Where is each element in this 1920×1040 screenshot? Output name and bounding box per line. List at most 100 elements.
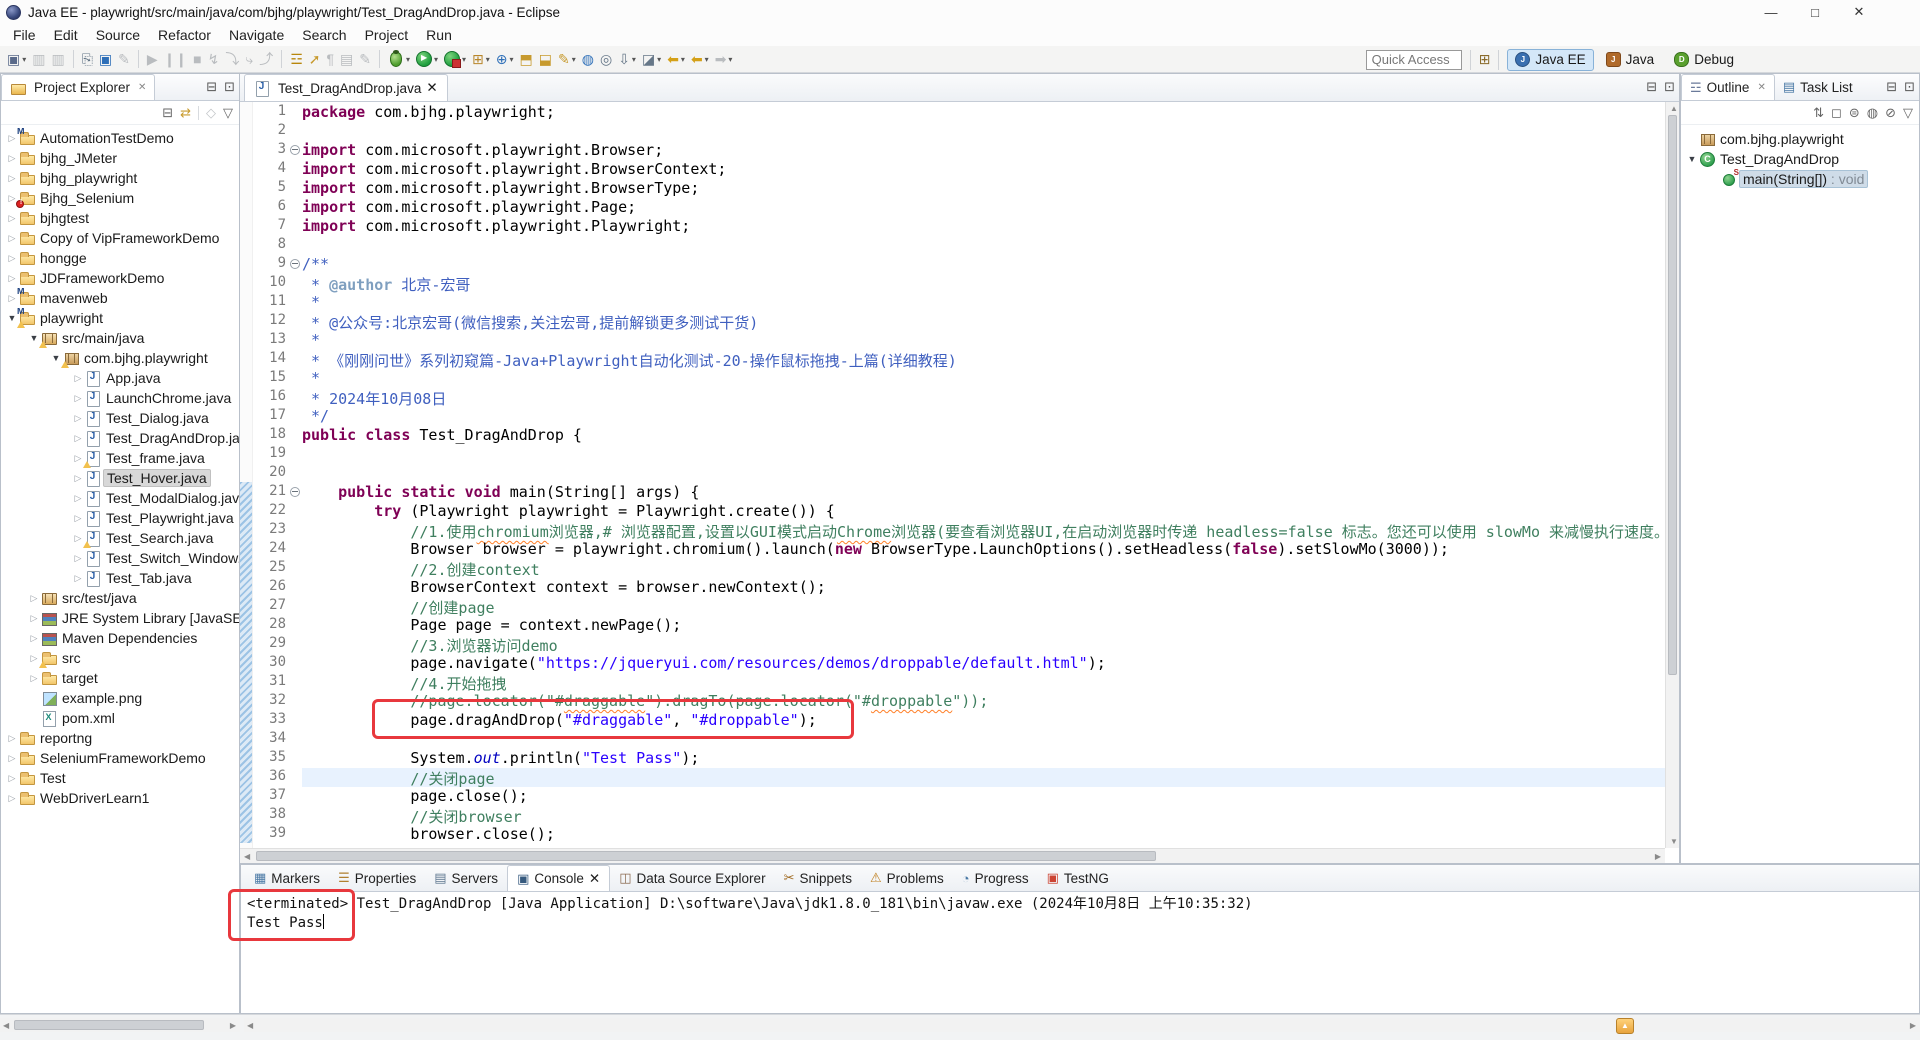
tree-item-bjhgtest[interactable]: ▷ bjhgtest bbox=[1, 208, 239, 228]
editor-horizontal-scrollbar[interactable]: ◀ ▶ bbox=[240, 848, 1665, 863]
tree-item-maven-dependencies[interactable]: ▷ Maven Dependencies bbox=[1, 628, 239, 648]
explorer-horizontal-scrollbar[interactable]: ◀ ▶ bbox=[0, 1018, 240, 1032]
perspective-java[interactable]: J Java bbox=[1598, 49, 1663, 71]
dropdown-arrow-icon[interactable]: ▾ bbox=[705, 55, 709, 64]
view-menu-button[interactable]: ▽ bbox=[223, 105, 233, 121]
tree-item-test-modaldialog-java[interactable]: ▷ Test_ModalDialog.java bbox=[1, 488, 239, 508]
maximize-view-icon[interactable]: ⊡ bbox=[1664, 79, 1675, 95]
menu-edit[interactable]: Edit bbox=[45, 25, 87, 45]
tree-item-webdriverlearn1[interactable]: ▷ WebDriverLearn1 bbox=[1, 788, 239, 808]
dropdown-arrow-icon[interactable]: ▾ bbox=[657, 55, 661, 64]
chevron-collapsed-icon[interactable]: ▷ bbox=[71, 573, 85, 584]
open-task-button[interactable]: ▣ bbox=[97, 48, 114, 70]
tree-item-pom-xml[interactable]: pom.xml bbox=[1, 708, 239, 728]
new-wizard-button[interactable]: ▣ ▾ bbox=[5, 48, 28, 70]
chevron-collapsed-icon[interactable]: ▷ bbox=[5, 213, 19, 224]
chevron-collapsed-icon[interactable]: ▷ bbox=[5, 233, 19, 244]
tree-item-test-dialog-java[interactable]: ▷ Test_Dialog.java bbox=[1, 408, 239, 428]
chevron-collapsed-icon[interactable]: ▷ bbox=[27, 673, 41, 684]
close-icon[interactable]: ✕ bbox=[1757, 82, 1765, 93]
tab-project-explorer[interactable]: Project Explorer ✕ bbox=[1, 74, 156, 100]
hide-fields-button[interactable]: ◻ bbox=[1831, 105, 1842, 121]
collapse-all-button[interactable]: ⊟ bbox=[162, 105, 173, 121]
tree-item-test-draganddrop[interactable]: ▼ Test_DragAndDrop bbox=[1681, 149, 1919, 169]
dropdown-arrow-icon[interactable]: ▾ bbox=[22, 55, 26, 64]
web-service-button[interactable]: ⊕ ▾ bbox=[494, 48, 516, 70]
focus-button[interactable]: ◇ bbox=[206, 105, 216, 121]
step-over-button[interactable]: ⤷ bbox=[243, 48, 255, 70]
quick-access-input[interactable]: Quick Access bbox=[1365, 49, 1462, 70]
minimize-view-icon[interactable]: ⊟ bbox=[1646, 79, 1657, 95]
menu-file[interactable]: File bbox=[4, 25, 45, 45]
menu-refactor[interactable]: Refactor bbox=[149, 25, 220, 45]
minimize-button[interactable]: — bbox=[1762, 5, 1780, 20]
editor-vertical-scrollbar[interactable]: ▲ ▼ bbox=[1665, 102, 1679, 848]
show-whitespace-button[interactable]: ¶ bbox=[324, 48, 336, 70]
scroll-right-icon[interactable]: ▶ bbox=[1910, 1021, 1916, 1030]
menu-search[interactable]: Search bbox=[293, 25, 355, 45]
tab-task-list[interactable]: ▤ Task List bbox=[1775, 74, 1861, 100]
new-servlet-button[interactable]: ⊞ ▾ bbox=[470, 48, 492, 70]
chevron-collapsed-icon[interactable]: ▷ bbox=[71, 373, 85, 384]
perspective-debug[interactable]: D Debug bbox=[1666, 49, 1742, 71]
dropdown-arrow-icon[interactable]: ▾ bbox=[572, 55, 576, 64]
last-edit-location-button[interactable]: ◪ ▾ bbox=[640, 48, 663, 70]
chevron-collapsed-icon[interactable]: ▷ bbox=[71, 393, 85, 404]
console-output-area[interactable]: <terminated> Test_DragAndDrop [Java Appl… bbox=[241, 892, 1919, 1013]
chevron-expanded-icon[interactable]: ▼ bbox=[1685, 154, 1699, 164]
chevron-collapsed-icon[interactable]: ▷ bbox=[71, 553, 85, 564]
dropdown-arrow-icon[interactable]: ▾ bbox=[462, 55, 466, 64]
tree-item-playwright[interactable]: ▼ Mplaywright bbox=[1, 308, 239, 328]
back-to-last-edit-button[interactable]: ⬅ ▾ bbox=[665, 48, 687, 70]
suspend-button[interactable]: ❙❙ bbox=[162, 48, 189, 70]
notification-icon[interactable] bbox=[1616, 1018, 1634, 1034]
chevron-collapsed-icon[interactable]: ▷ bbox=[71, 473, 85, 484]
scroll-right-icon[interactable]: ▶ bbox=[1655, 852, 1661, 861]
tab-test-draganddrop-java[interactable]: Test_DragAndDrop.java ✕ bbox=[244, 74, 448, 101]
chevron-collapsed-icon[interactable]: ▷ bbox=[5, 733, 19, 744]
fold-collapse-icon[interactable] bbox=[290, 259, 300, 269]
scroll-left-icon[interactable]: ◀ bbox=[244, 852, 250, 861]
link-with-editor-button[interactable]: ⇄ bbox=[180, 105, 191, 121]
minimize-view-icon[interactable]: ⊟ bbox=[206, 79, 217, 95]
chevron-collapsed-icon[interactable]: ▷ bbox=[5, 753, 19, 764]
tree-item-bjhg-playwright[interactable]: ▷ bjhg_playwright bbox=[1, 168, 239, 188]
forward-button[interactable]: ➡ ▾ bbox=[713, 48, 735, 70]
maximize-view-icon[interactable]: ⊡ bbox=[1904, 79, 1915, 95]
dropdown-arrow-icon[interactable]: ▾ bbox=[728, 55, 732, 64]
perspective-java-ee[interactable]: J Java EE bbox=[1507, 48, 1594, 71]
tree-item-test-draganddrop-java[interactable]: ▷ Test_DragAndDrop.java bbox=[1, 428, 239, 448]
chevron-collapsed-icon[interactable]: ▷ bbox=[5, 793, 19, 804]
close-button[interactable]: ✕ bbox=[1850, 4, 1868, 20]
chevron-collapsed-icon[interactable]: ▷ bbox=[71, 513, 85, 524]
chevron-collapsed-icon[interactable]: ▷ bbox=[5, 253, 19, 264]
chevron-collapsed-icon[interactable]: ▷ bbox=[27, 633, 41, 644]
block-selection-button[interactable]: ▤ bbox=[338, 48, 355, 70]
tree-item-reportng[interactable]: ▷ reportng bbox=[1, 728, 239, 748]
mark-occurrences-button[interactable]: ☲ bbox=[288, 48, 305, 70]
tab-console[interactable]: ▣ Console ✕ bbox=[507, 865, 611, 891]
tree-item-com-bjhg-playwright[interactable]: com.bjhg.playwright bbox=[1681, 129, 1919, 149]
chevron-collapsed-icon[interactable]: ▷ bbox=[5, 153, 19, 164]
debug-button[interactable]: ▾ bbox=[386, 48, 412, 70]
step-return-button[interactable]: ⤴ bbox=[257, 48, 275, 70]
tree-item-mavenweb[interactable]: ▷ Mmavenweb bbox=[1, 288, 239, 308]
scrollbar-thumb[interactable] bbox=[1668, 115, 1677, 675]
tab-snippets[interactable]: ✂ Snippets bbox=[775, 865, 861, 891]
tab-data-source-explorer[interactable]: ◫ Data Source Explorer bbox=[610, 865, 774, 891]
tree-item-test-switch-window-java[interactable]: ▷ Test_Switch_Window.java bbox=[1, 548, 239, 568]
menu-navigate[interactable]: Navigate bbox=[220, 25, 293, 45]
menu-project[interactable]: Project bbox=[356, 25, 418, 45]
chevron-collapsed-icon[interactable]: ▷ bbox=[5, 173, 19, 184]
view-menu-button[interactable]: ▽ bbox=[1903, 105, 1913, 121]
text-highlight-button[interactable]: ✎ ▾ bbox=[556, 48, 578, 70]
chevron-collapsed-icon[interactable]: ▷ bbox=[71, 433, 85, 444]
tab-outline[interactable]: ☲ Outline ✕ bbox=[1681, 74, 1775, 100]
new-binary-config-button[interactable]: ⎘ bbox=[80, 48, 95, 70]
menu-run[interactable]: Run bbox=[417, 25, 461, 45]
scrollbar-thumb[interactable] bbox=[14, 1020, 204, 1030]
chevron-collapsed-icon[interactable]: ▷ bbox=[27, 593, 41, 604]
hide-non-public-button[interactable]: ◍ bbox=[1867, 105, 1878, 121]
tree-item-main-string[interactable]: Smain(String[]) : void bbox=[1681, 169, 1919, 189]
chevron-collapsed-icon[interactable]: ▷ bbox=[27, 613, 41, 624]
